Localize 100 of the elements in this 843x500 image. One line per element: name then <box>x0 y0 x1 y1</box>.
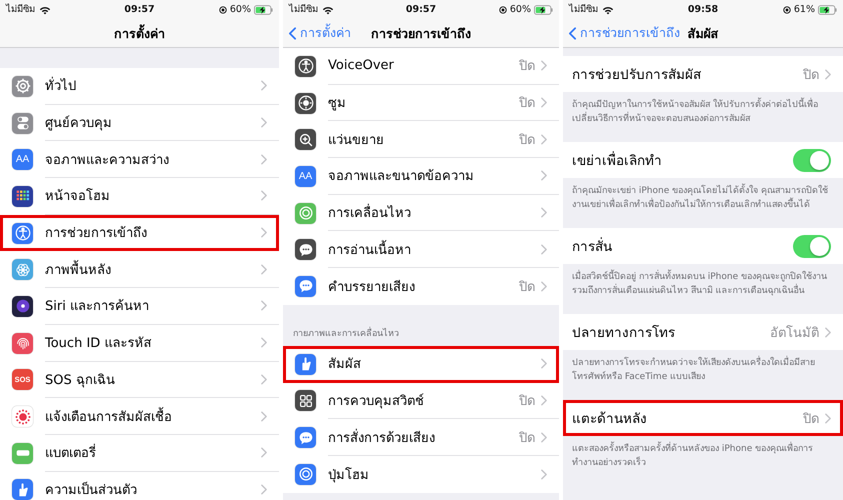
chevron-icon <box>261 410 267 422</box>
chevron-icon <box>541 60 547 72</box>
row-label: การช่วยการเข้าถึง <box>45 225 148 244</box>
section-footer: ปลายทางการโทรจะกำหนดว่าจะให้เสียงดังบนเครื่องใดเมื่อมีสายโทรศัพท์หรือ FaceTime แบบเสียง <box>563 350 843 400</box>
toggle-switch[interactable] <box>793 234 831 258</box>
row-label: ภาพพื้นหลัง <box>45 258 255 280</box>
row-label: แจ้งเตือนการสัมผัสเชื้อ <box>45 406 255 427</box>
wifi-icon <box>322 6 334 14</box>
chevron-icon <box>541 134 547 145</box>
settings-row[interactable]: การควบคุมสวิตช์ ปิด <box>283 382 559 420</box>
battery-charging-icon <box>818 5 837 15</box>
section-footer: แตะสองครั้งหรือสามครั้งที่ด้านหลังของ iPhone ของคุณเพื่อการทำงานอย่างรวดเร็ว <box>563 436 843 486</box>
settings-row[interactable]: การอ่านเนื้อหา <box>283 231 559 268</box>
chevron-icon <box>825 68 831 80</box>
settings-row[interactable]: แตะด้านหลัง ปิด <box>563 400 843 436</box>
row-label: คำบรรยายเสียง <box>328 278 416 297</box>
rotation-lock-icon <box>498 6 507 14</box>
chevron-icon <box>261 374 267 385</box>
chevron-icon <box>261 337 267 348</box>
settings-row[interactable]: แจ้งเตือนการสัมผัสเชื้อ <box>0 398 279 435</box>
row-value: ปิด <box>519 95 535 114</box>
back-button[interactable]: การช่วยการเข้าถึง <box>569 23 680 44</box>
row-value: ปิด <box>519 430 535 448</box>
settings-row[interactable]: การเคลื่อนไหว <box>283 194 559 232</box>
settings-row[interactable]: ความเป็นส่วนตัว <box>0 472 279 500</box>
row-label: การอ่านเนื้อหา <box>328 238 535 260</box>
row-label: การสั่น <box>572 236 613 257</box>
chevron-icon <box>541 394 547 406</box>
settings-row[interactable]: เขย่าเพื่อเลิกทำ <box>563 142 843 178</box>
settings-row[interactable]: การช่วยการเข้าถึง <box>0 214 279 252</box>
settings-row[interactable]: ซูม ปิด <box>283 84 559 122</box>
row-label: การเคลื่อนไหว <box>328 202 535 224</box>
settings-row[interactable]: การสั่น <box>563 228 843 264</box>
settings-row[interactable]: ปลายทางการโทร อัตโนมัติ <box>563 314 843 350</box>
chevron-icon <box>541 170 547 182</box>
row-label: SOS ฉุกเฉิน <box>45 372 116 390</box>
settings-row[interactable]: Siri และการค้นหา <box>0 288 279 325</box>
row-label: ความเป็นส่วนตัว <box>45 480 138 500</box>
back-button[interactable]: การตั้งค่า <box>289 23 351 44</box>
settings-row[interactable]: Touch ID และรหัส <box>0 324 279 362</box>
row-value: ปิด <box>803 410 819 428</box>
row-label: แตะด้านหลัง <box>572 410 648 429</box>
chevron-icon <box>825 326 831 338</box>
chevron-icon <box>261 300 267 312</box>
chevron-icon <box>261 484 267 496</box>
row-label: เขย่าเพื่อเลิกทำ <box>572 150 663 171</box>
settings-row[interactable]: ปุ่มโฮม <box>283 456 559 493</box>
chevron-icon <box>541 468 547 480</box>
battery-percent: 60% <box>510 3 531 17</box>
settings-row[interactable]: การสั่งการด้วยเสียง ปิด <box>283 419 559 456</box>
row-label: การควบคุมสวิตช์ <box>328 392 425 411</box>
chevron-icon <box>261 154 267 165</box>
chevron-icon <box>541 97 547 108</box>
settings-row[interactable]: การช่วยปรับการสัมผัส ปิด <box>563 56 843 92</box>
battery-charging-icon <box>534 5 553 15</box>
clock-time: 09:57 <box>124 3 155 17</box>
clock-time: 09:57 <box>406 3 436 17</box>
settings-row[interactable]: VoiceOver ปิด <box>283 48 559 85</box>
wifi-icon <box>39 6 51 14</box>
battery-percent: 60% <box>230 3 251 17</box>
chevron-icon <box>261 264 267 275</box>
row-label: จอภาพและความสว่าง <box>45 152 170 170</box>
carrier-label: ไม่มีซิม <box>6 2 35 17</box>
row-value: ปิด <box>519 278 535 297</box>
row-label: สัมผัส <box>328 356 362 374</box>
row-label: แว่นขยาย <box>328 132 385 150</box>
settings-row[interactable]: ทั่วไป <box>0 68 279 105</box>
section-footer: เมื่อสวิตช์นี้ปิดอยู่ การสั่นทั้งหมดบน iPhone ของคุณจะถูกปิดใช้งานรวมถึงการสั่นเตือนแผ่นดินไหว สึนามิ และการเตือนฉุกเฉินอื่น <box>563 264 843 314</box>
chevron-icon <box>261 227 267 238</box>
wifi-icon <box>602 6 614 14</box>
chevron-icon <box>541 280 547 292</box>
back-chevron-icon <box>289 26 296 40</box>
chevron-icon <box>261 190 267 202</box>
settings-row[interactable]: หน้าจอโฮม <box>0 178 279 215</box>
row-label: ปลายทางการโทร <box>572 324 676 343</box>
toggle-switch[interactable] <box>793 148 831 172</box>
row-label: การช่วยปรับการสัมผัส <box>572 66 702 85</box>
section-header: กายภาพและการเคลื่อนไหว <box>292 326 399 341</box>
battery-charging-icon <box>254 5 273 15</box>
screen-title: การช่วยการเข้าถึง <box>371 24 471 42</box>
row-label: ทั่วไป <box>45 75 255 96</box>
chevron-icon <box>261 447 267 458</box>
settings-row[interactable]: คำบรรยายเสียง ปิด <box>283 268 559 305</box>
settings-row[interactable]: สัมผัส <box>283 346 559 382</box>
chevron-icon <box>541 244 547 255</box>
carrier-label: ไม่มีซิม <box>289 2 318 17</box>
settings-row[interactable]: ภาพพื้นหลัง <box>0 251 279 288</box>
settings-row[interactable]: ศูนย์ควบคุม <box>0 104 279 142</box>
row-label: VoiceOver <box>328 58 395 74</box>
settings-row[interactable]: แบตเตอรี่ <box>0 434 279 472</box>
row-label: การสั่งการด้วยเสียง <box>328 428 436 448</box>
settings-row[interactable]: AA จอภาพและขนาดข้อความ <box>283 158 559 195</box>
section-footer: ถ้าคุณมีปัญหาในการใช้หน้าจอสัมผัส ให้ปรับการตั้งค่าต่อไปนี้เพื่อเปลี่ยนวิธีการที่หน้าจอจะตอบสนองต่อการสัมผัส <box>563 92 843 142</box>
section-footer: ถ้าคุณมักจะเขย่า iPhone ของคุณโดยไม่ได้ตั้งใจ คุณสามารถปิดใช้งานเขย่าเพื่อเลิกทำเพื่อป้องกันไม่ให้การเตือนเลิกทำแสดงขึ้นได้ <box>563 178 843 228</box>
row-value: ปิด <box>519 132 535 150</box>
settings-row[interactable]: AA จอภาพและความสว่าง <box>0 141 279 178</box>
chevron-icon <box>261 117 267 128</box>
clock-time: 09:58 <box>688 3 718 17</box>
row-label: แบตเตอรี่ <box>45 442 255 464</box>
settings-row[interactable]: แว่นขยาย ปิด <box>283 121 559 158</box>
